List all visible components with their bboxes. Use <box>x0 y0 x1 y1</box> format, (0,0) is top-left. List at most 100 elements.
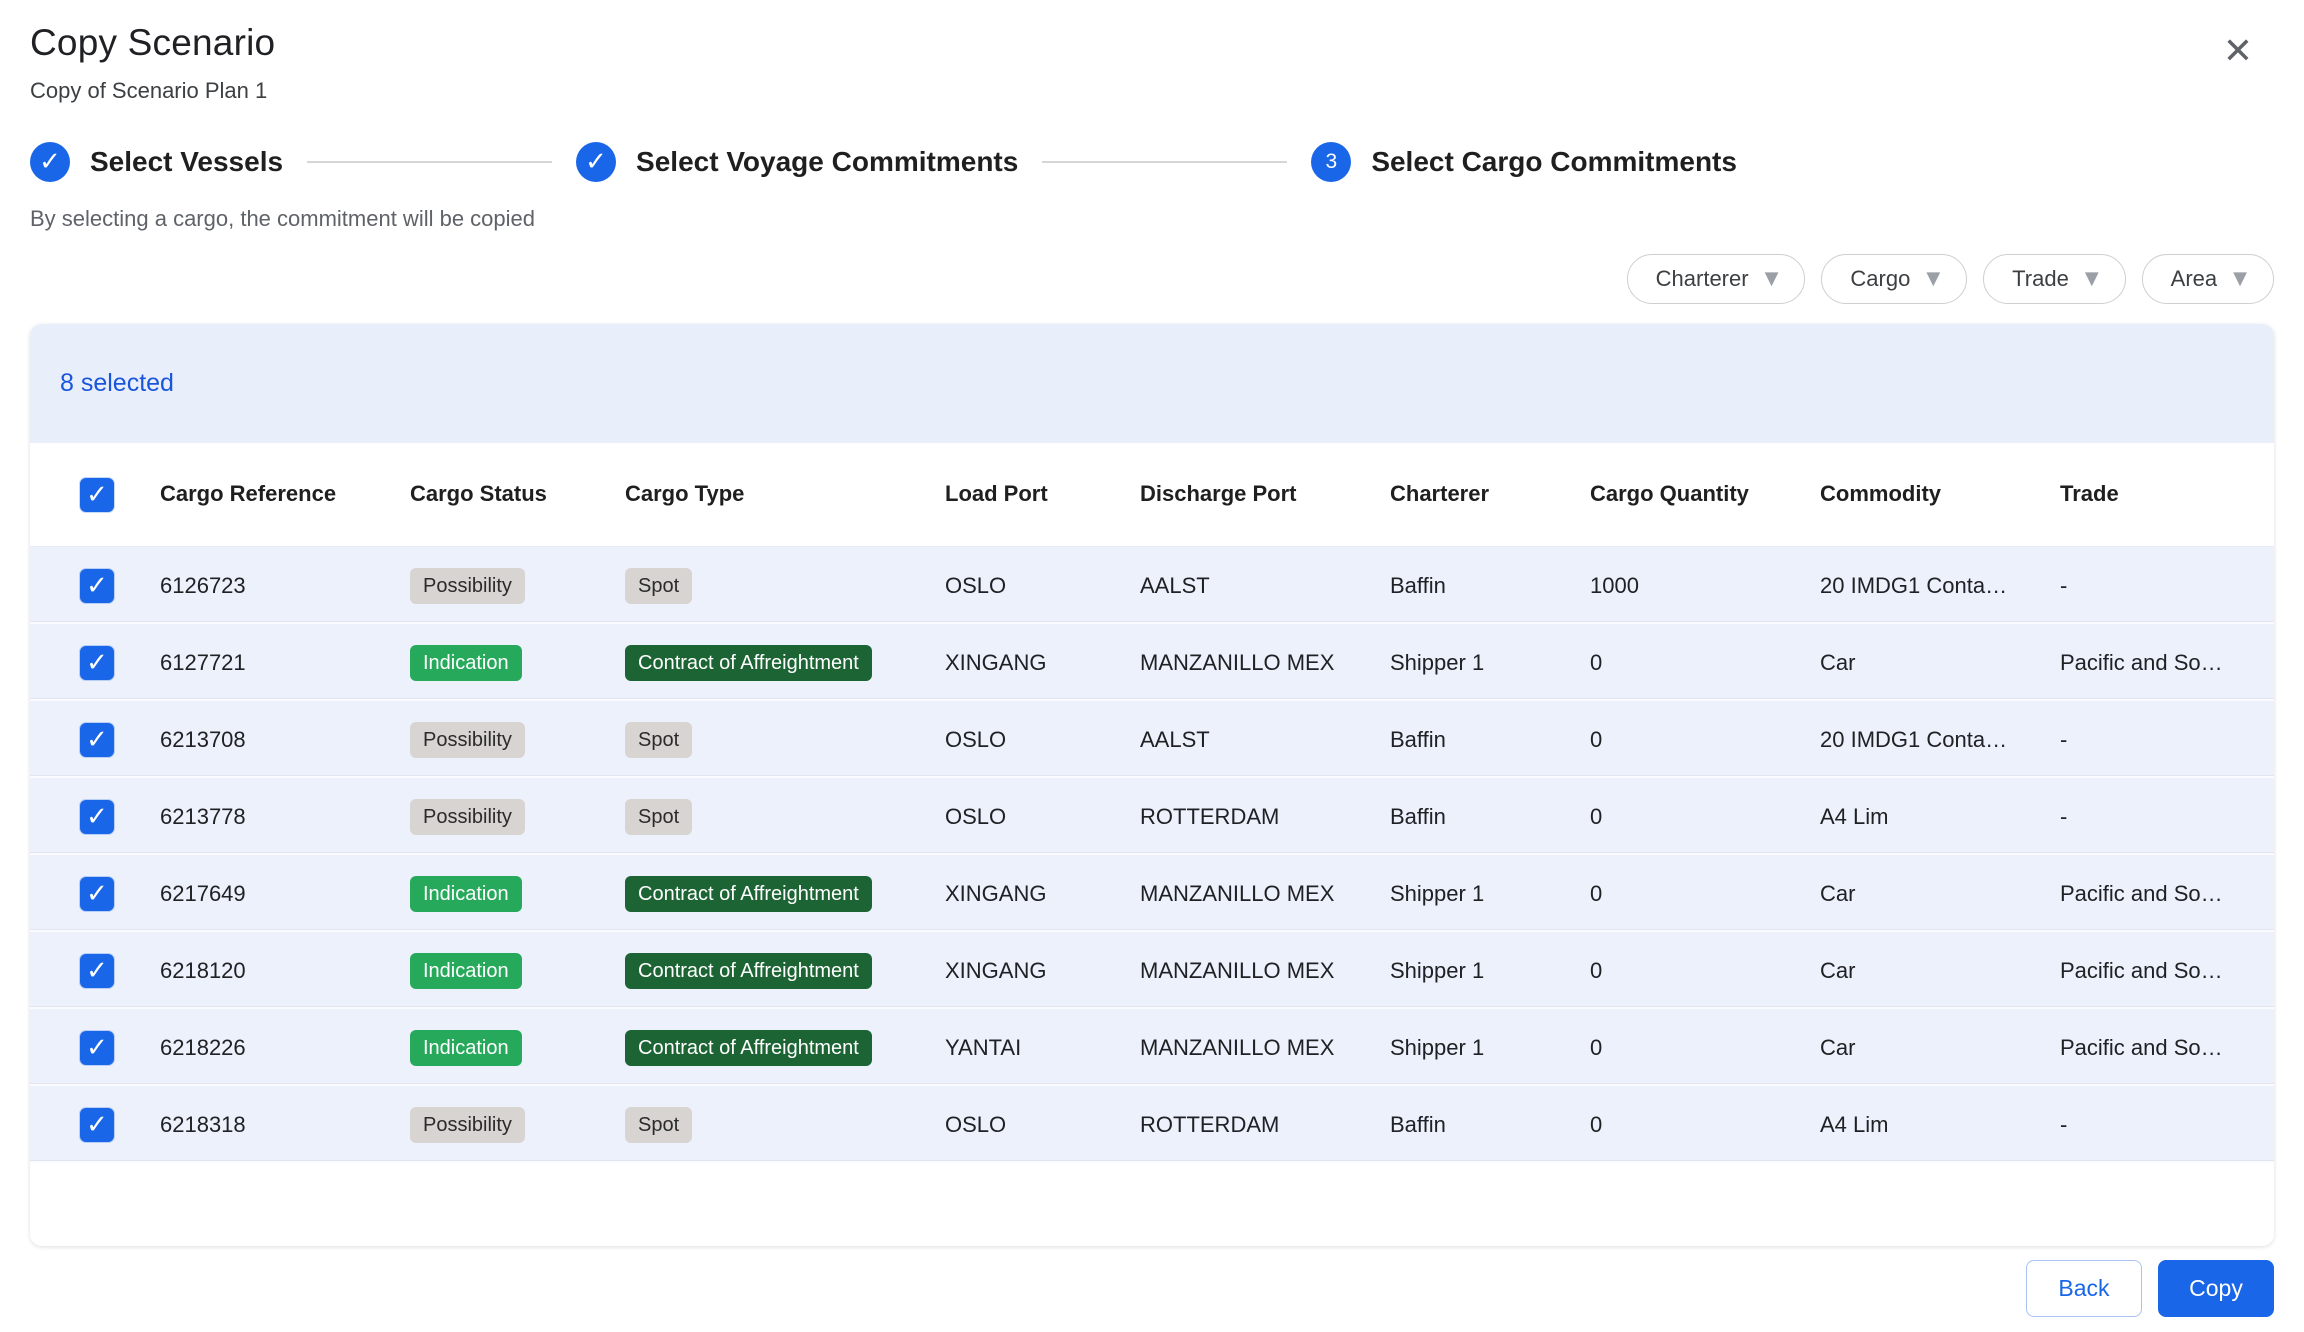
cell-trade: Pacific and So… <box>2060 881 2274 907</box>
table-row[interactable]: ✓ 6213778 Possibility Spot OSLO ROTTERDA… <box>30 778 2274 855</box>
table-row[interactable]: ✓ 6218120 Indication Contract of Affreig… <box>30 932 2274 1009</box>
table-row[interactable]: ✓ 6127721 Indication Contract of Affreig… <box>30 624 2274 701</box>
cell-discharge-port: ROTTERDAM <box>1140 1112 1390 1138</box>
cell-cargo-reference: 6127721 <box>160 650 410 676</box>
column-header: Cargo Type <box>625 475 945 514</box>
cell-load-port: OSLO <box>945 1112 1140 1138</box>
filter-label: Charterer <box>1656 266 1749 292</box>
dialog-header: Copy Scenario Copy of Scenario Plan 1 ✕ <box>30 22 2274 104</box>
stepper-step[interactable]: ✓Select Vessels <box>30 142 283 182</box>
filter-pill-charterer[interactable]: Charterer▼ <box>1627 254 1806 304</box>
table-row[interactable]: ✓ 6218226 Indication Contract of Affreig… <box>30 1009 2274 1086</box>
chevron-down-icon: ▼ <box>2233 270 2247 288</box>
cell-charterer: Baffin <box>1390 804 1590 830</box>
column-header: Cargo Reference <box>160 475 410 514</box>
table-row[interactable]: ✓ 6218318 Possibility Spot OSLO ROTTERDA… <box>30 1086 2274 1163</box>
close-icon[interactable]: ✕ <box>2216 30 2260 74</box>
filter-label: Cargo <box>1850 266 1910 292</box>
cell-load-port: XINGANG <box>945 881 1140 907</box>
filter-pill-area[interactable]: Area▼ <box>2142 254 2274 304</box>
cell-cargo-quantity: 0 <box>1590 727 1820 753</box>
cell-cargo-reference: 6218226 <box>160 1035 410 1061</box>
cell-cargo-quantity: 0 <box>1590 958 1820 984</box>
step-label: Select Voyage Commitments <box>636 146 1018 178</box>
filter-pill-cargo[interactable]: Cargo▼ <box>1821 254 1967 304</box>
page-title: Copy Scenario <box>30 22 2274 64</box>
cell-charterer: Shipper 1 <box>1390 650 1590 676</box>
cell-cargo-status: Indication <box>410 1030 625 1066</box>
cell-cargo-status: Possibility <box>410 799 625 835</box>
cell-cargo-quantity: 0 <box>1590 1112 1820 1138</box>
cargo-type-badge: Spot <box>625 1107 692 1143</box>
cell-charterer: Baffin <box>1390 727 1590 753</box>
check-icon: ✓ <box>86 480 108 510</box>
cell-cargo-type: Spot <box>625 799 945 835</box>
table-row[interactable]: ✓ 6217649 Indication Contract of Affreig… <box>30 855 2274 932</box>
cell-trade: - <box>2060 1112 2274 1138</box>
cell-cargo-reference: 6217649 <box>160 881 410 907</box>
cell-load-port: YANTAI <box>945 1035 1140 1061</box>
step-check-icon: ✓ <box>576 142 616 182</box>
cell-cargo-reference: 6126723 <box>160 573 410 599</box>
row-checkbox[interactable]: ✓ <box>80 1108 114 1142</box>
cell-commodity: Car <box>1820 1035 2060 1061</box>
cargo-type-badge: Contract of Affreightment <box>625 1030 872 1066</box>
cell-commodity: Car <box>1820 650 2060 676</box>
cell-cargo-quantity: 1000 <box>1590 573 1820 599</box>
column-header: Cargo Status <box>410 475 625 514</box>
column-header: Trade <box>2060 475 2274 514</box>
check-icon: ✓ <box>86 648 108 678</box>
step-number-badge: 3 <box>1311 142 1351 182</box>
cell-cargo-quantity: 0 <box>1590 1035 1820 1061</box>
cell-commodity: 20 IMDG1 Conta… <box>1820 573 2060 599</box>
row-checkbox[interactable]: ✓ <box>80 954 114 988</box>
back-button[interactable]: Back <box>2026 1260 2142 1317</box>
column-header: Discharge Port <box>1140 475 1390 514</box>
cell-commodity: Car <box>1820 958 2060 984</box>
column-header: Load Port <box>945 475 1140 514</box>
row-checkbox[interactable]: ✓ <box>80 569 114 603</box>
row-checkbox[interactable]: ✓ <box>80 1031 114 1065</box>
cell-cargo-status: Possibility <box>410 568 625 604</box>
status-badge: Possibility <box>410 568 525 604</box>
cell-load-port: XINGANG <box>945 958 1140 984</box>
cell-cargo-quantity: 0 <box>1590 804 1820 830</box>
dialog-subtitle: Copy of Scenario Plan 1 <box>30 78 2274 104</box>
check-icon: ✓ <box>86 725 108 755</box>
cell-load-port: OSLO <box>945 804 1140 830</box>
cargo-type-badge: Contract of Affreightment <box>625 953 872 989</box>
dialog-footer: Back Copy <box>30 1246 2274 1317</box>
table-row[interactable]: ✓ 6126723 Possibility Spot OSLO AALST Ba… <box>30 547 2274 624</box>
cell-cargo-status: Possibility <box>410 1107 625 1143</box>
select-all-checkbox[interactable]: ✓ <box>80 478 114 512</box>
cargo-type-badge: Spot <box>625 722 692 758</box>
row-checkbox[interactable]: ✓ <box>80 877 114 911</box>
cargo-type-badge: Contract of Affreightment <box>625 645 872 681</box>
step-connector-line <box>1042 161 1287 163</box>
cell-cargo-type: Spot <box>625 1107 945 1143</box>
cargo-type-badge: Spot <box>625 799 692 835</box>
stepper: ✓Select Vessels ✓ Select Voyage Commitment… <box>30 142 2274 182</box>
check-icon: ✓ <box>86 879 108 909</box>
cell-charterer: Shipper 1 <box>1390 1035 1590 1061</box>
cell-trade: Pacific and So… <box>2060 1035 2274 1061</box>
stepper-step[interactable]: ✓ Select Voyage Commitments <box>576 142 1018 182</box>
status-badge: Possibility <box>410 1107 525 1143</box>
filter-bar: Charterer▼Cargo▼Trade▼Area▼ <box>30 254 2274 304</box>
column-header: Cargo Quantity <box>1590 475 1820 514</box>
check-icon: ✓ <box>86 956 108 986</box>
cell-charterer: Shipper 1 <box>1390 958 1590 984</box>
row-checkbox[interactable]: ✓ <box>80 800 114 834</box>
table-row[interactable]: ✓ 6213708 Possibility Spot OSLO AALST Ba… <box>30 701 2274 778</box>
cell-cargo-reference: 6213708 <box>160 727 410 753</box>
cell-charterer: Baffin <box>1390 1112 1590 1138</box>
stepper-step[interactable]: 3Select Cargo Commitments <box>1311 142 1737 182</box>
filter-pill-trade[interactable]: Trade▼ <box>1983 254 2126 304</box>
status-badge: Indication <box>410 1030 522 1066</box>
copy-button[interactable]: Copy <box>2158 1260 2274 1317</box>
row-checkbox[interactable]: ✓ <box>80 646 114 680</box>
cell-cargo-reference: 6213778 <box>160 804 410 830</box>
row-checkbox[interactable]: ✓ <box>80 723 114 757</box>
cell-commodity: A4 Lim <box>1820 804 2060 830</box>
helper-text: By selecting a cargo, the commitment wil… <box>30 206 2274 232</box>
